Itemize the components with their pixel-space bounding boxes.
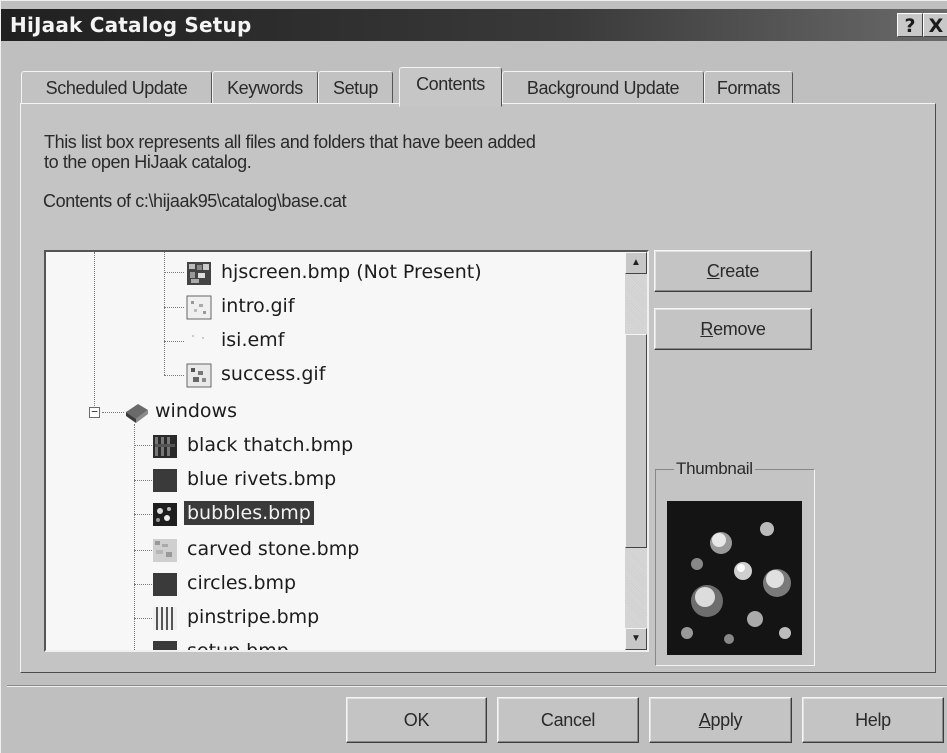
tab-contents[interactable]: Contents: [399, 67, 502, 107]
tab-scheduled-update[interactable]: Scheduled Update: [21, 71, 212, 105]
help-button[interactable]: Help: [802, 697, 944, 743]
tree-item-label: hjscreen.bmp (Not Present): [221, 261, 482, 283]
close-icon: X: [928, 15, 944, 37]
cancel-button[interactable]: Cancel: [497, 697, 639, 743]
folder-book-icon: [126, 404, 148, 423]
tree-connector: [134, 445, 152, 446]
image-file-icon: [153, 641, 177, 650]
description-line-2: to the open HiJaak catalog.: [44, 152, 252, 172]
blank-file-icon: [192, 335, 204, 339]
catalog-path-label: Contents of c:\hijaak95\catalog\base.cat: [43, 191, 347, 211]
tree-item-label: isi.emf: [221, 329, 285, 351]
scroll-up-button[interactable]: ▲: [625, 252, 647, 274]
collapse-toggle[interactable]: −: [89, 406, 100, 418]
create-button[interactable]: Create: [654, 250, 812, 292]
dialog-window: HiJaak Catalog Setup ? X Scheduled Updat…: [0, 0, 947, 753]
tree-connector: [134, 584, 152, 585]
tree-connector: [94, 252, 95, 412]
apply-mnemonic: A: [698, 710, 711, 730]
tree-item-label: pinstripe.bmp: [187, 606, 320, 628]
contents-panel: This list box represents all files and f…: [20, 103, 936, 673]
tree-item-label: circles.bmp: [187, 572, 297, 594]
help-title-button[interactable]: ?: [897, 13, 923, 37]
tab-strip: Scheduled Update Keywords Setup Contents…: [21, 67, 947, 107]
tree-connector: [134, 618, 152, 619]
arrow-down-icon: ▼: [631, 633, 641, 644]
remove-mnemonic: R: [700, 319, 714, 339]
title-bar[interactable]: HiJaak Catalog Setup ? X: [1, 9, 947, 41]
image-file-icon: [186, 363, 212, 388]
image-file-icon: [153, 573, 177, 596]
image-file-icon: [153, 539, 177, 562]
remove-button[interactable]: Remove: [654, 308, 812, 350]
image-file-icon: [153, 503, 177, 526]
footer-separator: [7, 685, 947, 687]
image-file-icon: [153, 435, 177, 458]
arrow-up-icon: ▲: [631, 257, 641, 268]
remove-label-rest: emove: [713, 319, 766, 339]
apply-button[interactable]: Apply: [649, 697, 792, 743]
apply-label-rest: pply: [710, 710, 743, 730]
tab-keywords[interactable]: Keywords: [212, 71, 318, 105]
tree-item-label: bubbles.bmp: [184, 501, 314, 525]
bubbles-preview-image: [667, 501, 802, 655]
tree-connector: [134, 480, 152, 481]
window-title: HiJaak Catalog Setup: [10, 13, 252, 37]
thumbnail-label: Thumbnail: [674, 459, 755, 479]
tree-item-label: blue rivets.bmp: [187, 468, 337, 490]
create-label-rest: reate: [719, 261, 760, 281]
tree-item-label: success.gif: [221, 363, 326, 385]
tab-background-update[interactable]: Background Update: [502, 71, 704, 105]
tab-formats[interactable]: Formats: [704, 71, 793, 105]
tree-item-label: setup.bmp: [187, 640, 289, 652]
tree-item-label: black thatch.bmp: [187, 434, 354, 456]
tree-connector: [164, 272, 184, 273]
image-file-icon: [153, 469, 177, 492]
thumbnail-image: [667, 501, 802, 655]
tree-connector: [134, 650, 152, 651]
contents-tree-listbox[interactable]: hjscreen.bmp (Not Present) intro.gif isi…: [44, 250, 649, 652]
vertical-scrollbar[interactable]: ▲ ▼: [625, 252, 647, 650]
tree-connector: [134, 514, 152, 515]
scroll-down-button[interactable]: ▼: [625, 628, 647, 650]
image-file-icon: [186, 295, 212, 320]
tree-item-label: windows: [155, 400, 237, 422]
tree-connector: [164, 341, 184, 342]
question-mark-icon: ?: [904, 15, 916, 37]
tab-setup[interactable]: Setup: [318, 71, 393, 105]
ok-button[interactable]: OK: [346, 697, 487, 743]
tree-connector: [164, 375, 184, 376]
description-text: This list box represents all files and f…: [44, 132, 644, 172]
tree-connector: [102, 412, 124, 413]
close-button[interactable]: X: [923, 13, 947, 37]
scroll-thumb[interactable]: [625, 334, 647, 548]
create-mnemonic: C: [706, 261, 720, 281]
tree-connector: [164, 307, 184, 308]
description-line-1: This list box represents all files and f…: [44, 132, 536, 152]
tree-connector: [164, 252, 165, 375]
thumbnail-group: Thumbnail: [655, 459, 815, 666]
tree-connector: [134, 550, 152, 551]
tree-item-label: carved stone.bmp: [187, 538, 360, 560]
image-file-icon: [153, 607, 177, 630]
tree-item-label: intro.gif: [221, 295, 295, 317]
image-file-icon: [187, 262, 211, 285]
